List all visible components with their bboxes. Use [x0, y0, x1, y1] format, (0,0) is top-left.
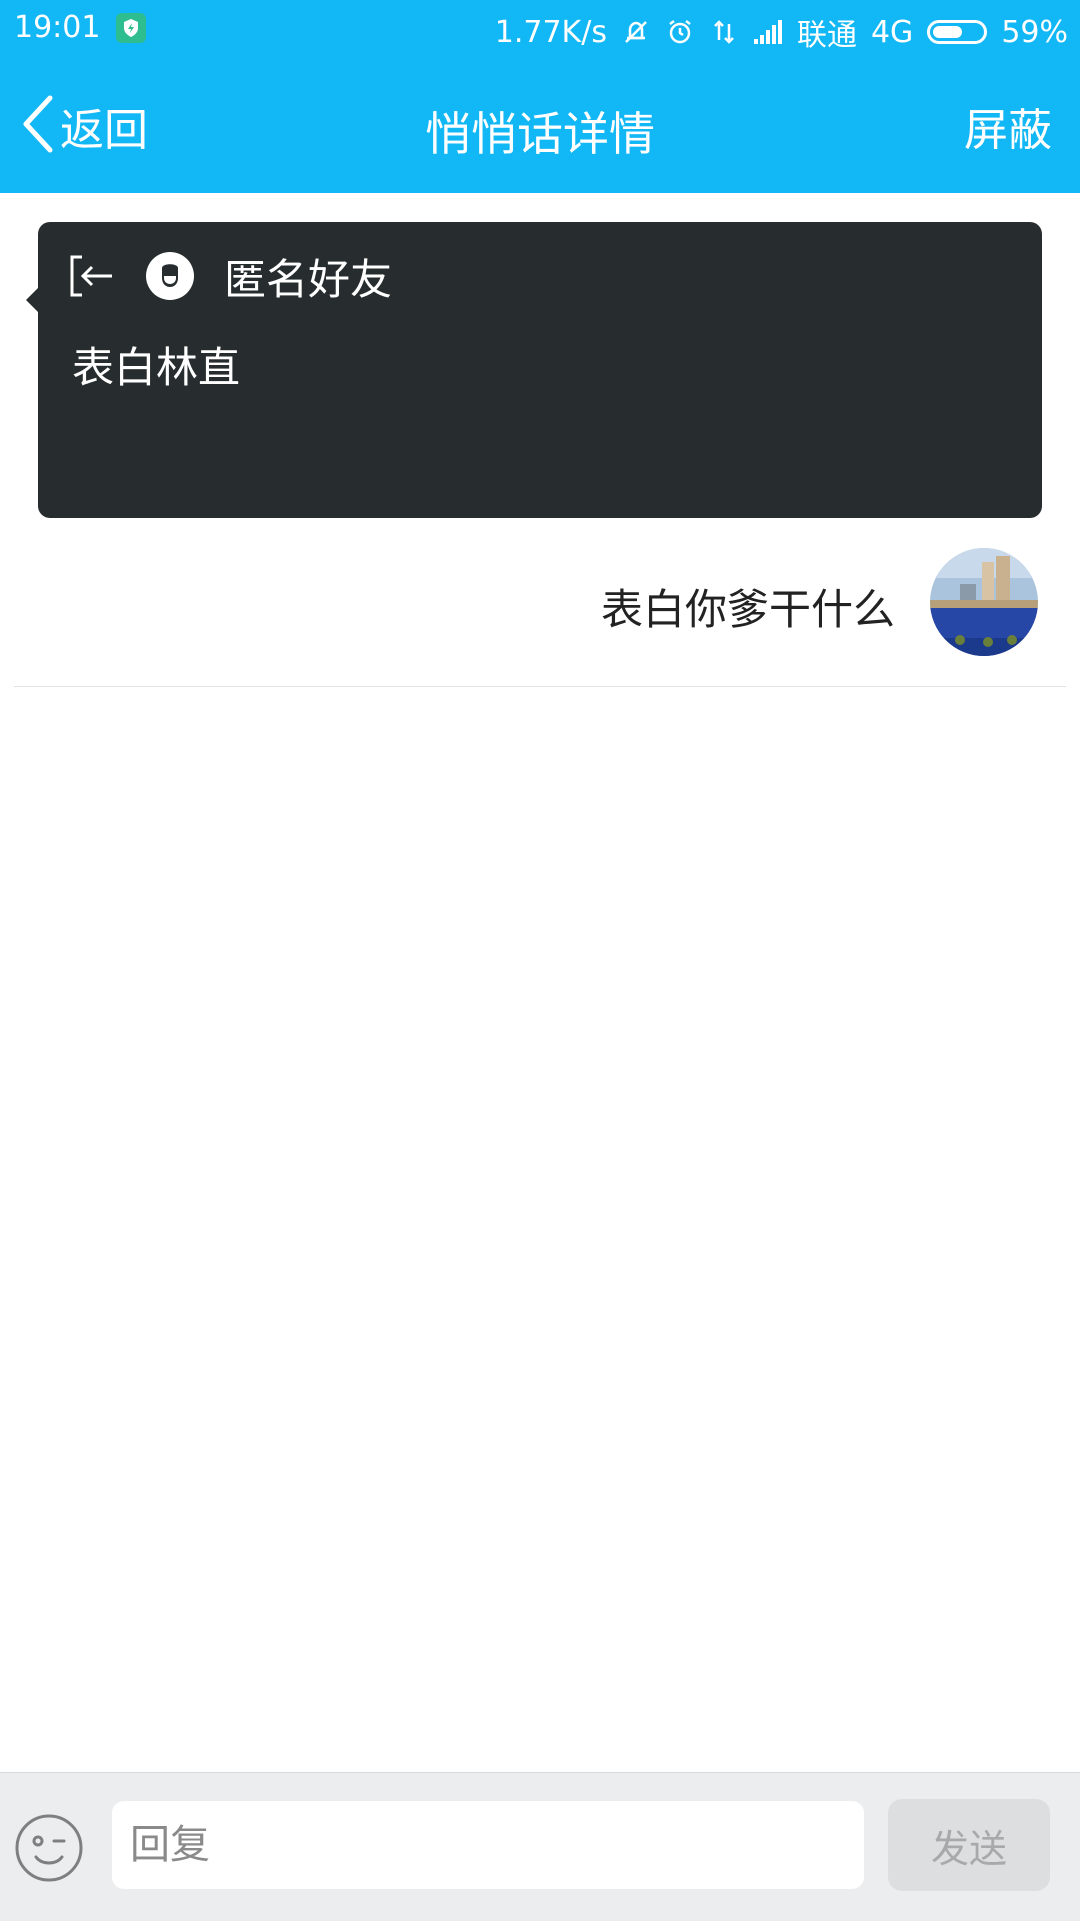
- shield-icon: [116, 12, 147, 43]
- net-speed: 1.77K/s: [494, 14, 607, 50]
- mute-bell-icon: [621, 17, 651, 47]
- reply-input[interactable]: [112, 1801, 864, 1889]
- status-time: 19:01: [14, 10, 101, 45]
- divider: [14, 686, 1066, 687]
- page-title: 悄悄话详情: [425, 107, 655, 161]
- top-bar: 19:01 1.77K/s 联通 4G 59% 返回 悄悄话详情 屏蔽: [0, 0, 1080, 193]
- anonymous-avatar-icon: [146, 252, 194, 300]
- bottom-bar: 发送: [0, 1772, 1080, 1921]
- reply-message: 表白你爹干什么: [600, 585, 895, 634]
- block-button[interactable]: 屏蔽: [964, 94, 1052, 158]
- battery-percent: 59%: [1001, 14, 1068, 50]
- whisper-message: 表白林直: [72, 343, 241, 392]
- nav-bar: 返回 悄悄话详情 屏蔽: [0, 58, 1080, 193]
- network-type: 4G: [870, 14, 914, 50]
- exit-icon[interactable]: [68, 251, 118, 301]
- card-pointer: [26, 288, 38, 312]
- whisper-card: 匿名好友 表白林直: [26, 222, 1042, 518]
- battery-icon: [927, 20, 988, 44]
- emoji-icon[interactable]: [14, 1813, 84, 1883]
- send-button[interactable]: 发送: [888, 1799, 1050, 1891]
- sender-name: 匿名好友: [224, 254, 393, 304]
- carrier-label: 联通: [796, 18, 857, 53]
- data-transfer-icon: [709, 17, 739, 47]
- signal-icon: [753, 17, 783, 47]
- avatar[interactable]: [930, 548, 1038, 656]
- reply-row: 表白你爹干什么: [0, 548, 1080, 658]
- status-bar: 19:01 1.77K/s 联通 4G 59%: [0, 0, 1080, 58]
- alarm-icon: [665, 17, 695, 47]
